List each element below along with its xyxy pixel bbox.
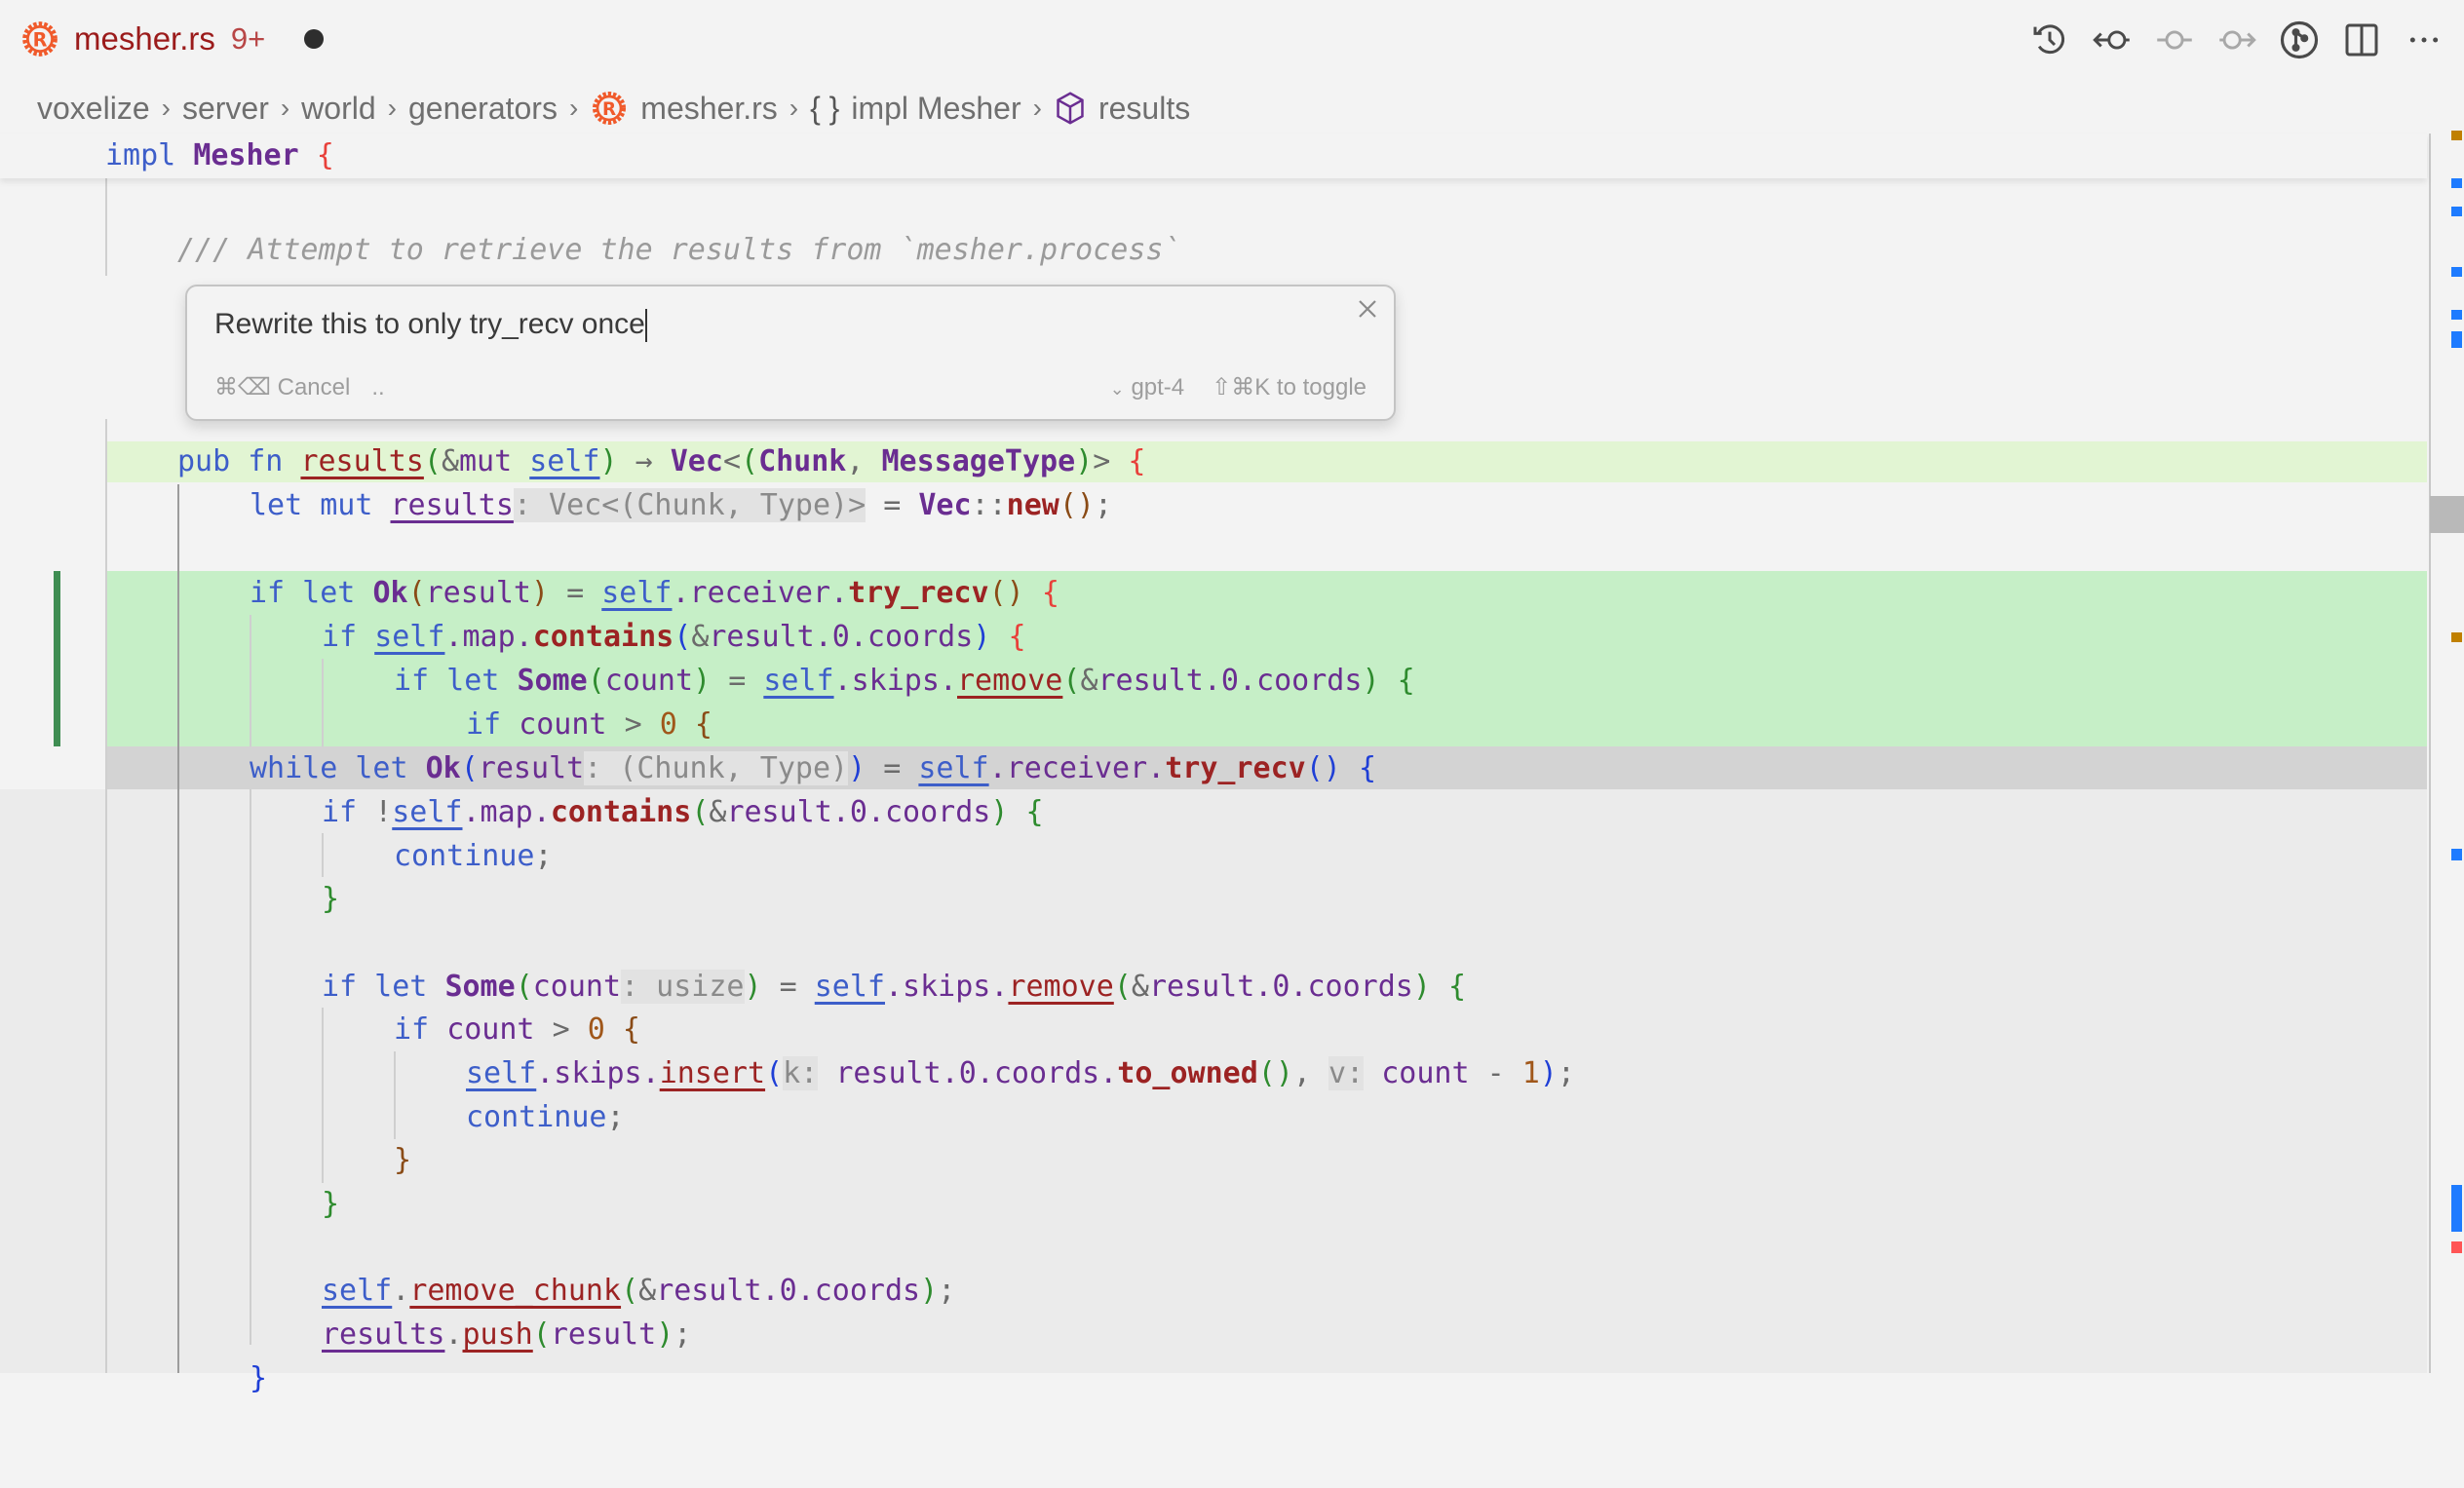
breadcrumb-item-file[interactable]: R mesher.rs bbox=[590, 89, 778, 128]
ruler-error-mark bbox=[2451, 1241, 2462, 1253]
chevron-down-icon: ⌄ bbox=[1109, 378, 1125, 399]
editor-actions bbox=[2027, 18, 2446, 62]
code-line-if-count-gt: if count > 0 { bbox=[394, 1012, 640, 1047]
ruler-warning-mark bbox=[2451, 632, 2462, 642]
cancel-shortcut: ⌘⌫ bbox=[214, 374, 271, 401]
chevron-right-icon: › bbox=[280, 93, 290, 123]
ruler-info-mark bbox=[2451, 331, 2462, 348]
ruler-warning-mark bbox=[2451, 131, 2462, 140]
code-line-added-if-let-ok: if let Ok(result) = self.receiver.try_re… bbox=[250, 576, 1059, 610]
breadcrumb-file-label: mesher.rs bbox=[640, 90, 778, 126]
problems-badge: 9+ bbox=[230, 21, 266, 56]
code-line-close-brace-3: } bbox=[322, 1187, 340, 1221]
source-control-graph-button[interactable] bbox=[2277, 18, 2322, 62]
breadcrumb-impl-label: impl Mesher bbox=[851, 90, 1021, 126]
code-line-continue-2: continue; bbox=[466, 1100, 625, 1134]
code-line-comment: /// Attempt to retrieve the results from… bbox=[0, 228, 2427, 272]
model-selector[interactable]: ⌄ gpt-4 bbox=[1110, 374, 1184, 401]
chevron-right-icon: › bbox=[789, 93, 799, 123]
doc-comment: /// Attempt to retrieve the results from… bbox=[177, 233, 1181, 267]
code-line-skips-insert: self.skips.insert(k: result.0.coords.to_… bbox=[466, 1056, 1575, 1090]
code-line-close-brace-2: } bbox=[394, 1143, 412, 1177]
breadcrumb-item-voxelize[interactable]: voxelize bbox=[37, 91, 150, 127]
code-line-fn-signature: pub fn results(&mut self) → Vec<(Chunk, … bbox=[177, 444, 1146, 478]
chevron-right-icon: › bbox=[568, 93, 579, 123]
current-change-button[interactable] bbox=[2152, 18, 2197, 62]
method-cube-icon bbox=[1057, 92, 1084, 125]
namespace-braces-icon: { } bbox=[810, 90, 840, 126]
tab-title: mesher.rs bbox=[74, 20, 215, 57]
code-line-continue: continue; bbox=[394, 839, 553, 873]
rust-icon: R bbox=[22, 21, 58, 57]
ruler-info-mark bbox=[2451, 849, 2462, 860]
toggle-hint: ⇧⌘K to toggle bbox=[1212, 374, 1367, 401]
current-change-icon bbox=[2157, 30, 2192, 50]
unsaved-dot-icon[interactable] bbox=[304, 29, 325, 49]
sticky-scroll-header[interactable]: impl Mesher { bbox=[0, 134, 2427, 178]
cancel-label: Cancel bbox=[277, 374, 351, 401]
code-line-added-if-count: if count > 0 { bbox=[466, 707, 712, 742]
code-line-close-brace: } bbox=[322, 882, 340, 916]
timeline-history-icon bbox=[2033, 24, 2065, 55]
code-line-remove-chunk: self.remove_chunk(&result.0.coords); bbox=[322, 1274, 956, 1308]
close-prompt-button[interactable] bbox=[1353, 294, 1382, 324]
text-caret bbox=[644, 309, 647, 343]
code-line-if-let-some-usize: if let Some(count: usize) = self.skips.r… bbox=[322, 970, 1467, 1004]
code-line-added-if-contains: if self.map.contains(&result.0.coords) { bbox=[322, 620, 1026, 654]
more-options-button[interactable]: .. bbox=[371, 374, 384, 401]
ruler-info-mark bbox=[2451, 267, 2462, 277]
svg-text:R: R bbox=[602, 99, 616, 120]
inline-edit-prompt: Rewrite this to only try_recv once ⌘⌫ Ca… bbox=[185, 285, 1396, 421]
prompt-footer: ⌘⌫ Cancel .. ⌄ gpt-4 ⇧⌘K to toggle bbox=[214, 373, 1367, 401]
ruler-info-mark bbox=[2451, 178, 2462, 188]
model-name: gpt-4 bbox=[1131, 373, 1185, 401]
chevron-right-icon: › bbox=[387, 93, 397, 123]
cancel-button[interactable]: ⌘⌫ Cancel bbox=[214, 373, 350, 401]
previous-change-button[interactable] bbox=[2090, 18, 2135, 62]
close-icon bbox=[1359, 300, 1376, 318]
editor-tab-mesher[interactable]: R mesher.rs 9+ bbox=[19, 14, 325, 64]
split-editor-button[interactable] bbox=[2339, 18, 2384, 62]
svg-text:R: R bbox=[33, 28, 48, 51]
code-line-while-let: while let Ok(result: (Chunk, Type)) = se… bbox=[250, 751, 1376, 785]
sticky-impl-line: impl Mesher { bbox=[105, 138, 334, 172]
rust-icon: R bbox=[593, 92, 627, 125]
ruler-info-mark bbox=[2451, 310, 2462, 320]
next-change-button[interactable] bbox=[2214, 18, 2259, 62]
breadcrumb-item-world[interactable]: world bbox=[301, 91, 375, 127]
ruler-info-mark bbox=[2451, 1185, 2462, 1232]
ruler-info-mark bbox=[2451, 207, 2462, 216]
tab-bar: R mesher.rs 9+ bbox=[0, 0, 2464, 78]
chevron-right-icon: › bbox=[161, 93, 171, 123]
breadcrumb-method-label: results bbox=[1097, 90, 1191, 126]
next-change-icon bbox=[2219, 30, 2256, 50]
prompt-input[interactable]: Rewrite this to only try_recv once bbox=[214, 308, 1287, 343]
more-actions-icon bbox=[2409, 37, 2439, 43]
more-actions-button[interactable] bbox=[2402, 18, 2446, 62]
timeline-history-button[interactable] bbox=[2027, 18, 2072, 62]
breadcrumb: voxelize › server › world › generators ›… bbox=[37, 86, 1190, 131]
breadcrumb-item-method[interactable]: results bbox=[1054, 91, 1190, 127]
overview-ruler[interactable] bbox=[2429, 134, 2431, 1373]
code-line-if-not-contains: if !self.map.contains(&result.0.coords) … bbox=[322, 795, 1044, 829]
previous-change-icon bbox=[2093, 30, 2130, 50]
prompt-input-value: Rewrite this to only try_recv once bbox=[214, 308, 645, 340]
split-editor-icon bbox=[2345, 23, 2378, 57]
code-line-close-while: } bbox=[250, 1361, 268, 1395]
code-line-results-push: results.push(result); bbox=[322, 1317, 692, 1352]
breadcrumb-item-generators[interactable]: generators bbox=[408, 91, 558, 127]
code-line-let-results: let mut results: Vec<(Chunk, Type)> = Ve… bbox=[250, 488, 1113, 522]
breadcrumb-item-impl[interactable]: { } impl Mesher bbox=[810, 91, 1021, 127]
chevron-right-icon: › bbox=[1032, 93, 1042, 123]
scrollbar-slider[interactable] bbox=[2430, 496, 2464, 533]
source-control-graph-icon bbox=[2280, 20, 2319, 59]
code-line-added-if-let-some: if let Some(count) = self.skips.remove(&… bbox=[394, 664, 1415, 698]
breadcrumb-item-server[interactable]: server bbox=[182, 91, 269, 127]
